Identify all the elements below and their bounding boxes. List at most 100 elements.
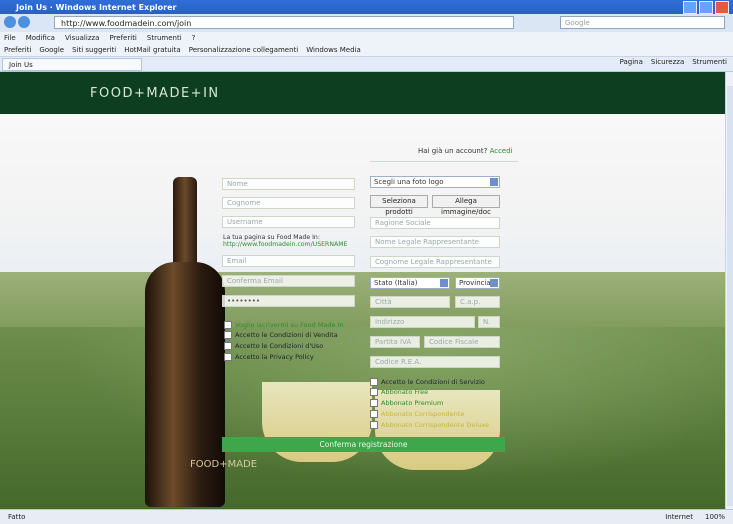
favorites-button[interactable]: Preferiti bbox=[4, 46, 31, 54]
cap-input[interactable]: C.a.p. bbox=[455, 296, 500, 308]
status-bar: Fatto Internet 100% bbox=[0, 509, 733, 523]
menu-favorites[interactable]: Preferiti bbox=[109, 34, 136, 42]
plan-correspondent-label: Abbonato Corrispondente bbox=[381, 410, 465, 418]
address-bar-area: http://www.foodmadein.com/join Google bbox=[0, 14, 733, 33]
maximize-button[interactable] bbox=[699, 1, 713, 14]
plan-correspondent-checkbox[interactable]: Abbonato Corrispondente bbox=[370, 410, 464, 418]
checkbox-box[interactable] bbox=[370, 421, 378, 429]
sales-terms-checkbox[interactable]: Accetto le Condizioni di Vendita bbox=[224, 331, 338, 339]
address-input[interactable]: http://www.foodmadein.com/join bbox=[54, 16, 514, 29]
address-input-field[interactable]: Indirizzo bbox=[370, 316, 475, 328]
sales-terms-label: Accetto le Condizioni di Vendita bbox=[235, 331, 338, 339]
scrollbar-thumb[interactable] bbox=[727, 86, 733, 506]
site-header: FOOD+MADE+IN bbox=[0, 72, 725, 114]
back-icon[interactable] bbox=[4, 16, 16, 28]
fav-google[interactable]: Google bbox=[39, 46, 64, 54]
fav-windows-media[interactable]: Windows Media bbox=[306, 46, 361, 54]
checkbox-box[interactable] bbox=[224, 353, 232, 361]
wine-bottle-image: FOOD+MADE bbox=[140, 177, 257, 507]
divider bbox=[370, 161, 518, 162]
first-name-input[interactable]: Nome bbox=[222, 178, 355, 190]
login-prompt: Hai già un account? Accedi bbox=[418, 147, 513, 155]
checkbox-box[interactable] bbox=[224, 342, 232, 350]
site-logo[interactable]: FOOD+MADE+IN bbox=[90, 86, 220, 101]
plan-premium-label: Abbonato Premium bbox=[381, 399, 444, 407]
navigation-buttons bbox=[4, 16, 34, 30]
menu-edit[interactable]: Modifica bbox=[26, 34, 55, 42]
plan-free-checkbox[interactable]: Abbonato Free bbox=[370, 388, 428, 396]
service-terms-checkbox[interactable]: Accetto le Condizioni di Servizio bbox=[370, 378, 485, 386]
legal-rep-name-input[interactable]: Nome Legale Rappresentante bbox=[370, 236, 500, 248]
use-terms-label: Accetto le Condizioni d'Uso bbox=[235, 342, 324, 350]
street-number-input[interactable]: N. bbox=[478, 316, 500, 328]
page-content: FOOD+MADE+IN FOOD+MADE Hai già un accoun… bbox=[0, 72, 725, 509]
checkbox-box[interactable] bbox=[224, 331, 232, 339]
signup-checkbox[interactable]: Voglio iscrivermi su Food Made In bbox=[224, 321, 344, 329]
plan-deluxe-label: Abbonato Corrispondente Deluxe bbox=[381, 421, 489, 429]
username-input[interactable]: Username bbox=[222, 216, 355, 228]
country-select[interactable]: Stato (Italia) bbox=[370, 277, 450, 289]
select-products-button[interactable]: Seleziona prodotti bbox=[370, 195, 428, 216]
menu-file[interactable]: File bbox=[4, 34, 16, 42]
checkbox-box[interactable] bbox=[370, 410, 378, 418]
fav-hotmail[interactable]: HotMail gratuita bbox=[124, 46, 181, 54]
city-input[interactable]: Città bbox=[370, 296, 450, 308]
password-input[interactable]: •••••••• bbox=[222, 295, 355, 307]
login-link[interactable]: Accedi bbox=[490, 147, 513, 155]
zoom-level[interactable]: 100% bbox=[705, 510, 725, 524]
privacy-label: Accetto la Privacy Policy bbox=[235, 353, 314, 361]
service-terms-label: Accetto le Condizioni di Servizio bbox=[381, 378, 485, 386]
tab-bar: Join Us Pagina Sicurezza Strumenti bbox=[0, 57, 733, 72]
login-prompt-text: Hai già un account? bbox=[418, 147, 488, 155]
status-right: Internet 100% bbox=[665, 510, 725, 524]
photo-logo-select[interactable]: Scegli una foto logo bbox=[370, 176, 500, 188]
plan-free-label: Abbonato Free bbox=[381, 388, 429, 396]
menu-help[interactable]: ? bbox=[192, 34, 196, 42]
tab-join-us[interactable]: Join Us bbox=[2, 58, 142, 71]
fav-suggested[interactable]: Siti suggeriti bbox=[72, 46, 116, 54]
checkbox-box[interactable] bbox=[370, 378, 378, 386]
privacy-checkbox[interactable]: Accetto la Privacy Policy bbox=[224, 353, 314, 361]
tax-code-input[interactable]: Codice Fiscale bbox=[424, 336, 500, 348]
fav-custom-links[interactable]: Personalizzazione collegamenti bbox=[189, 46, 299, 54]
page-menu[interactable]: Pagina bbox=[620, 58, 643, 66]
company-name-input[interactable]: Ragione Sociale bbox=[370, 217, 500, 229]
bottle-label: FOOD+MADE bbox=[190, 459, 258, 470]
attach-file-button[interactable]: Allega immagine/doc bbox=[432, 195, 500, 216]
photo-logo-select-value: Scegli una foto logo bbox=[374, 178, 444, 186]
checkbox-box[interactable] bbox=[224, 321, 232, 329]
forward-icon[interactable] bbox=[18, 16, 30, 28]
confirm-registration-button[interactable]: Conferma registrazione bbox=[222, 437, 505, 452]
menu-tools[interactable]: Strumenti bbox=[147, 34, 182, 42]
confirm-email-input[interactable]: Conferma Email bbox=[222, 275, 355, 287]
province-select[interactable]: Provincia bbox=[455, 277, 500, 289]
email-input[interactable]: Email bbox=[222, 255, 355, 267]
page-url-note: La tua pagina su Food Made In: http://ww… bbox=[223, 234, 358, 248]
security-menu[interactable]: Sicurezza bbox=[651, 58, 684, 66]
rea-code-input[interactable]: Codice R.E.A. bbox=[370, 356, 500, 368]
checkbox-box[interactable] bbox=[370, 399, 378, 407]
close-button[interactable] bbox=[715, 1, 729, 14]
minimize-button[interactable] bbox=[683, 1, 697, 14]
page-url-label: La tua pagina su Food Made In: bbox=[223, 234, 320, 241]
window-controls bbox=[683, 1, 729, 14]
security-zone: Internet bbox=[665, 513, 693, 521]
chevron-down-icon bbox=[490, 178, 498, 186]
command-bar: Pagina Sicurezza Strumenti bbox=[620, 58, 727, 66]
search-input[interactable]: Google bbox=[560, 16, 725, 29]
province-select-value: Provincia bbox=[459, 279, 491, 287]
country-select-value: Stato (Italia) bbox=[374, 279, 418, 287]
window-title: Join Us · Windows Internet Explorer bbox=[16, 2, 177, 12]
favorites-bar: Preferiti Google Siti suggeriti HotMail … bbox=[0, 44, 733, 57]
legal-rep-surname-input[interactable]: Cognome Legale Rappresentante bbox=[370, 256, 500, 268]
last-name-input[interactable]: Cognome bbox=[222, 197, 355, 209]
vat-input[interactable]: Partita IVA bbox=[370, 336, 420, 348]
tools-menu[interactable]: Strumenti bbox=[692, 58, 727, 66]
use-terms-checkbox[interactable]: Accetto le Condizioni d'Uso bbox=[224, 342, 323, 350]
plan-deluxe-checkbox[interactable]: Abbonato Corrispondente Deluxe bbox=[370, 421, 489, 429]
checkbox-box[interactable] bbox=[370, 388, 378, 396]
vertical-scrollbar[interactable] bbox=[725, 72, 733, 509]
menu-bar: File Modifica Visualizza Preferiti Strum… bbox=[0, 32, 733, 44]
menu-view[interactable]: Visualizza bbox=[65, 34, 99, 42]
plan-premium-checkbox[interactable]: Abbonato Premium bbox=[370, 399, 443, 407]
